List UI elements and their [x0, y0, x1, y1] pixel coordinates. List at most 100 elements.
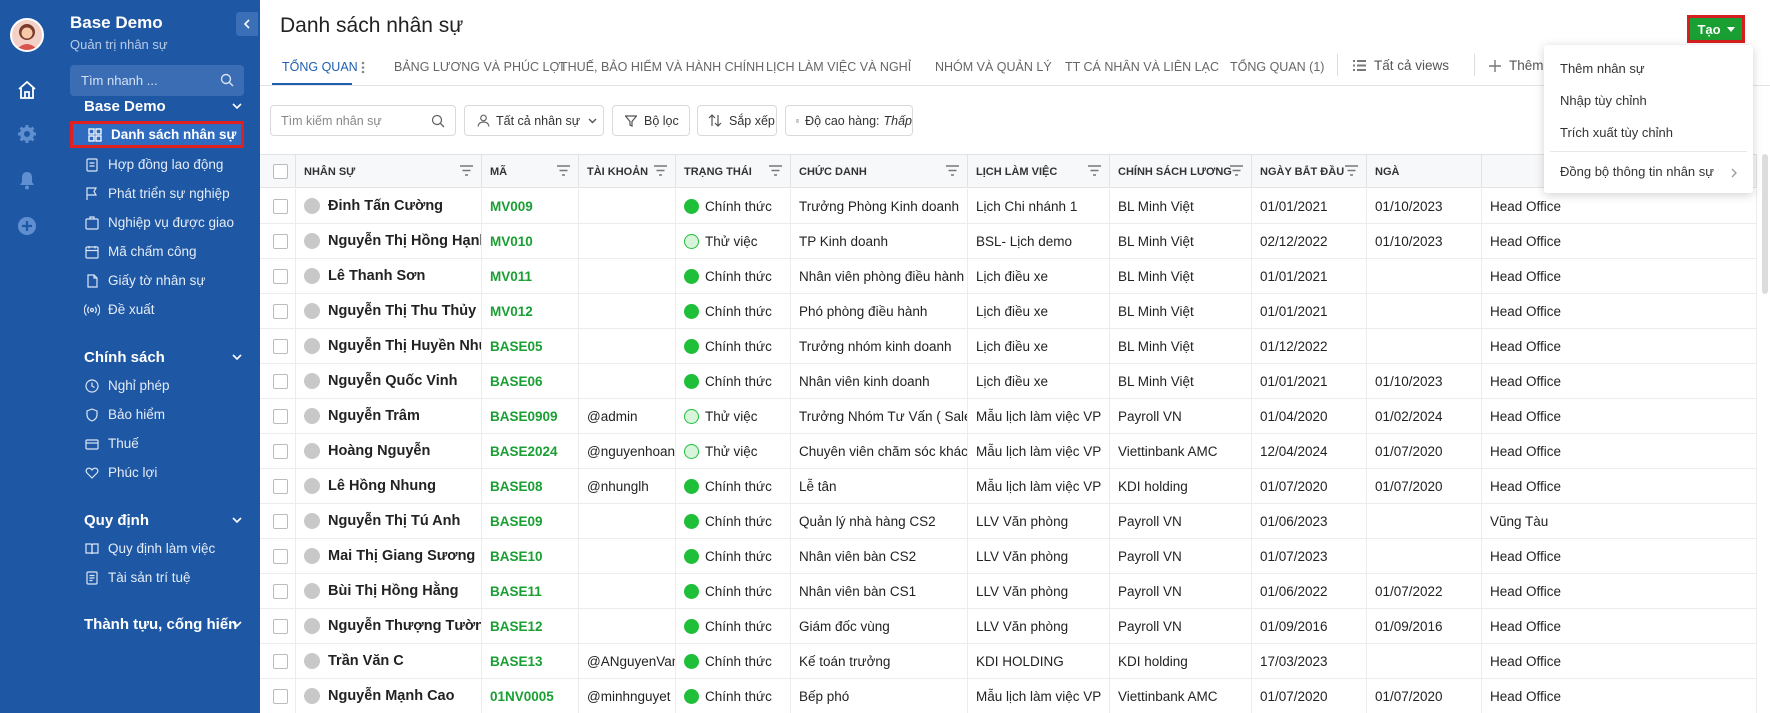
employee-name[interactable]: Nguyễn Mạnh Cao [328, 688, 454, 704]
more-vertical-icon[interactable] [361, 61, 365, 74]
tab-group-management[interactable]: NHÓM VÀ QUẢN LÝ [935, 60, 1052, 74]
gear-icon[interactable] [11, 118, 43, 150]
table-row[interactable]: Bùi Thị Hồng Hằng BASE11 Chính thức Nhân vi… [260, 574, 1757, 609]
row-checkbox[interactable] [273, 303, 288, 319]
menu-item-sync-employee-info[interactable]: Đồng bộ thông tin nhân sự [1560, 164, 1714, 179]
sort-button[interactable]: Sắp xếp [697, 105, 777, 136]
column-header[interactable]: CHÍNH SÁCH LƯƠNG [1110, 155, 1252, 188]
sidebar-item-labor-contract[interactable]: Hợp đồng lao động [70, 151, 244, 178]
row-checkbox[interactable] [273, 653, 288, 669]
sidebar-item-leave[interactable]: Nghỉ phép [70, 372, 244, 399]
section-base-demo[interactable]: Base Demo [84, 98, 166, 115]
table-row[interactable]: Nguyễn Quốc Vinh BASE06 Chính thức Nhân viê… [260, 364, 1757, 399]
row-checkbox[interactable] [273, 198, 288, 214]
tab-overview-1[interactable]: TỔNG QUAN (1) [1230, 60, 1324, 74]
table-row[interactable]: Nguyễn Thị Thu Thủy MV012 Chính thức Phó ph… [260, 294, 1757, 329]
plus-circle-icon[interactable] [11, 210, 43, 242]
table-row[interactable]: Nguyễn Thị Tú Anh BASE09 Chính thức Quản lý… [260, 504, 1757, 539]
section-regulations[interactable]: Quy định [84, 512, 149, 529]
column-filter-icon[interactable] [460, 165, 473, 176]
section-achievements[interactable]: Thành tựu, cống hiến [84, 616, 237, 633]
table-row[interactable]: Đinh Tấn Cường MV009 Chính thức Trưởng Phòn… [260, 189, 1757, 224]
employee-name[interactable]: Lê Hồng Nhung [328, 478, 436, 494]
column-header[interactable]: LỊCH LÀM VIỆC [968, 155, 1110, 188]
section-policy[interactable]: Chính sách [84, 349, 165, 366]
employee-name[interactable]: Mai Thị Giang Sương [328, 548, 475, 564]
sidebar-item-employee-list[interactable]: Danh sách nhân sự [70, 121, 244, 148]
employee-name[interactable]: Nguyễn Thượng Tường ... [328, 618, 481, 634]
row-checkbox[interactable] [273, 268, 288, 284]
tab-personal-contact[interactable]: TT CÁ NHÂN VÀ LIÊN LẠC [1065, 60, 1219, 74]
table-row[interactable]: Nguyễn Thượng Tường ... BASE12 Chính thức G… [260, 609, 1757, 644]
employee-name[interactable]: Nguyễn Thị Thu Thủy [328, 303, 476, 319]
employee-scope-dropdown[interactable]: Tất cả nhân sự [464, 105, 604, 136]
column-header[interactable]: MÃ [482, 155, 579, 188]
sidebar-item-tax[interactable]: Thuế [70, 430, 244, 457]
employee-name[interactable]: Bùi Thị Hồng Hằng [328, 583, 458, 599]
menu-item-custom-import[interactable]: Nhập tùy chỉnh [1560, 93, 1647, 108]
column-header[interactable]: NHÂN SỰ [296, 155, 482, 188]
table-row[interactable]: Lê Hồng Nhung BASE08 @nhunglh Chính thức Lễ … [260, 469, 1757, 504]
employee-name[interactable]: Nguyễn Thị Huyền Như [328, 338, 481, 354]
collapse-sidebar-button[interactable] [236, 12, 258, 36]
sidebar-item-hr-documents[interactable]: Giấy tờ nhân sự [70, 267, 244, 294]
home-icon[interactable] [11, 74, 43, 106]
sidebar-item-assigned-tasks[interactable]: Nghiệp vụ được giao [70, 209, 244, 236]
sidebar-item-intellectual-property[interactable]: Tài sản trí tuệ [70, 564, 244, 591]
row-checkbox[interactable] [273, 583, 288, 599]
bell-icon[interactable] [11, 164, 43, 196]
employee-name[interactable]: Nguyễn Thị Tú Anh [328, 513, 460, 529]
column-filter-icon[interactable] [769, 165, 782, 176]
column-filter-icon[interactable] [1088, 165, 1101, 176]
tab-schedule-leave[interactable]: LỊCH LÀM VIỆC VÀ NGHỈ [766, 60, 911, 74]
menu-item-add-employee[interactable]: Thêm nhân sự [1560, 61, 1645, 76]
row-checkbox[interactable] [273, 408, 288, 424]
sidebar-item-insurance[interactable]: Bảo hiểm [70, 401, 244, 428]
employee-search-input[interactable]: Tìm kiếm nhân sự [270, 105, 456, 136]
column-header[interactable]: CHỨC DANH [791, 155, 968, 188]
employee-name[interactable]: Trần Văn C [328, 653, 404, 669]
table-row[interactable]: Nguyễn Trâm BASE0909 @admin Thử việc Trưởng … [260, 399, 1757, 434]
column-header[interactable]: NGÀ [1367, 155, 1482, 188]
row-checkbox[interactable] [273, 233, 288, 249]
add-view-button[interactable]: Thêm [1489, 58, 1544, 73]
column-header[interactable]: TRẠNG THÁI [676, 155, 791, 188]
employee-name[interactable]: Đinh Tấn Cường [328, 198, 443, 214]
row-height-button[interactable]: Độ cao hàng: Thấp [785, 105, 913, 136]
table-row[interactable]: Hoàng Nguyễn BASE2024 @nguyenhoang Thử việc… [260, 434, 1757, 469]
create-button[interactable]: Tạo [1687, 15, 1745, 43]
user-avatar[interactable] [10, 18, 44, 52]
table-row[interactable]: Trần Văn C BASE13 @ANguyenVan Chính thức Kế … [260, 644, 1757, 679]
row-checkbox[interactable] [273, 513, 288, 529]
sidebar-item-timekeeping-code[interactable]: Mã chấm công [70, 238, 244, 265]
employee-name[interactable]: Nguyễn Trâm [328, 408, 420, 424]
row-checkbox[interactable] [273, 443, 288, 459]
table-row[interactable]: Nguyễn Thị Hồng Hạnh MV010 Thử việc TP Kinh… [260, 224, 1757, 259]
employee-name[interactable]: Nguyễn Quốc Vinh [328, 373, 457, 389]
select-all-checkbox[interactable] [273, 164, 288, 179]
column-filter-icon[interactable] [946, 165, 959, 176]
sidebar-item-benefits[interactable]: Phúc lợi [70, 459, 244, 486]
table-row[interactable]: Nguyễn Thị Huyền Như BASE05 Chính thức Trưở… [260, 329, 1757, 364]
column-filter-icon[interactable] [1230, 165, 1243, 176]
sidebar-item-career[interactable]: Phát triển sự nghiệp [70, 180, 244, 207]
employee-name[interactable]: Nguyễn Thị Hồng Hạnh [328, 233, 481, 249]
row-checkbox[interactable] [273, 618, 288, 634]
sidebar-item-proposal[interactable]: Đề xuất [70, 296, 244, 323]
row-checkbox[interactable] [273, 373, 288, 389]
column-filter-icon[interactable] [557, 165, 570, 176]
employee-name[interactable]: Hoàng Nguyễn [328, 443, 430, 459]
menu-item-custom-export[interactable]: Trích xuất tùy chỉnh [1560, 125, 1673, 140]
table-row[interactable]: Mai Thị Giang Sương BASE10 Chính thức Nhân … [260, 539, 1757, 574]
sidebar-item-work-rules[interactable]: Quy định làm việc [70, 535, 244, 562]
row-checkbox[interactable] [273, 688, 288, 704]
row-checkbox[interactable] [273, 478, 288, 494]
column-filter-icon[interactable] [654, 165, 667, 176]
column-header[interactable]: NGÀY BẮT ĐẦU [1252, 155, 1367, 188]
tab-overview[interactable]: TỔNG QUAN [282, 60, 358, 74]
row-checkbox[interactable] [273, 548, 288, 564]
column-header[interactable]: TÀI KHOẢN [579, 155, 676, 188]
filter-button[interactable]: Bộ lọc [612, 105, 690, 136]
column-filter-icon[interactable] [1345, 165, 1358, 176]
vertical-scrollbar[interactable] [1762, 154, 1768, 294]
